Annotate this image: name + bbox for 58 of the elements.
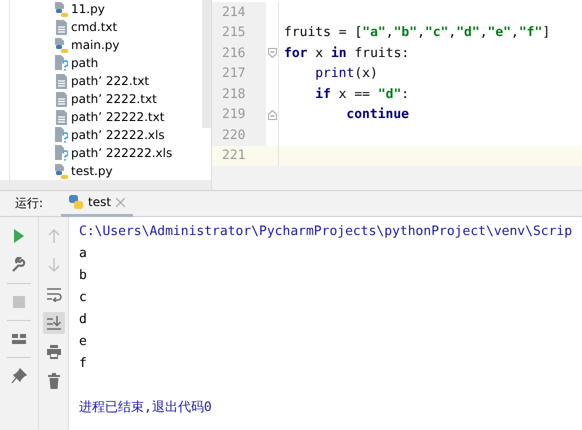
- console-line: f: [79, 355, 88, 373]
- fold-icon[interactable]: [268, 110, 276, 120]
- unknown-file-icon: [55, 127, 68, 143]
- python-icon: [69, 195, 84, 209]
- scroll-to-end-icon: [46, 315, 62, 331]
- file-name[interactable]: path’ 2222.txt: [71, 92, 157, 106]
- fold-icon[interactable]: [268, 48, 276, 58]
- editor-line: 217 print(x): [212, 64, 582, 84]
- line-number: 219: [212, 104, 266, 125]
- python-file-icon: [55, 38, 68, 52]
- pin-icon: [11, 368, 27, 384]
- file-name[interactable]: 11.py: [71, 2, 105, 16]
- stop-icon: [11, 294, 27, 310]
- python-file-icon: [55, 164, 68, 178]
- line-number: 220: [212, 125, 266, 146]
- python-file-icon: [55, 2, 68, 16]
- scroll-to-end-button[interactable]: [42, 312, 64, 334]
- console-line: d: [79, 311, 88, 329]
- file-name[interactable]: main.py: [71, 38, 120, 52]
- editor-line: 218 if x == "d":: [212, 84, 582, 104]
- text-file-icon: [56, 74, 67, 88]
- file-name[interactable]: path’ 22222.xls: [71, 128, 165, 142]
- layout-icon: [11, 331, 27, 347]
- editor-line: 216 for x in fruits:: [212, 43, 582, 64]
- editor-line: 215 fruits = ["a","b","c","d","e","f"]: [212, 22, 582, 43]
- unknown-file-icon: [55, 145, 68, 161]
- file-name[interactable]: test.py: [71, 164, 113, 178]
- file-name[interactable]: path: [71, 56, 98, 70]
- down-arrow-icon: [46, 257, 62, 273]
- text-file-icon: [56, 92, 67, 106]
- scrollbar[interactable]: [202, 0, 211, 128]
- text-file-icon: [56, 20, 67, 34]
- editor-line: 219 continue: [212, 104, 582, 125]
- line-number: 216: [212, 43, 266, 64]
- text-file-icon: [56, 110, 67, 124]
- console-line: c: [79, 289, 88, 307]
- console-line: e: [79, 333, 88, 351]
- line-number: 214: [212, 2, 266, 22]
- close-icon[interactable]: [116, 198, 126, 206]
- trash-icon: [46, 373, 62, 389]
- run-label: 运行:: [15, 195, 44, 212]
- console-line: 进程已结束,退出代码0: [79, 399, 213, 417]
- file-name[interactable]: path’ 222222.xls: [71, 146, 172, 160]
- line-number: 217: [212, 64, 266, 84]
- line-number: 215: [212, 22, 266, 43]
- console-line: C:\Users\Administrator\PycharmProjects\pythonProject\venv\Scrip: [79, 223, 574, 241]
- wrap-icon: [46, 286, 62, 302]
- unknown-file-icon: [55, 55, 68, 71]
- wrench-icon: [11, 257, 27, 273]
- horizontal-scrollbar[interactable]: [0, 180, 211, 190]
- printer-icon: [46, 344, 62, 360]
- up-arrow-icon: [46, 228, 62, 244]
- file-name[interactable]: path’ 222.txt: [71, 74, 150, 88]
- console-line: a: [79, 245, 88, 263]
- line-number: 218: [212, 84, 266, 104]
- console-line: b: [79, 267, 88, 285]
- file-name[interactable]: path’ 22222.txt: [71, 110, 164, 124]
- file-name[interactable]: cmd.txt: [71, 20, 118, 34]
